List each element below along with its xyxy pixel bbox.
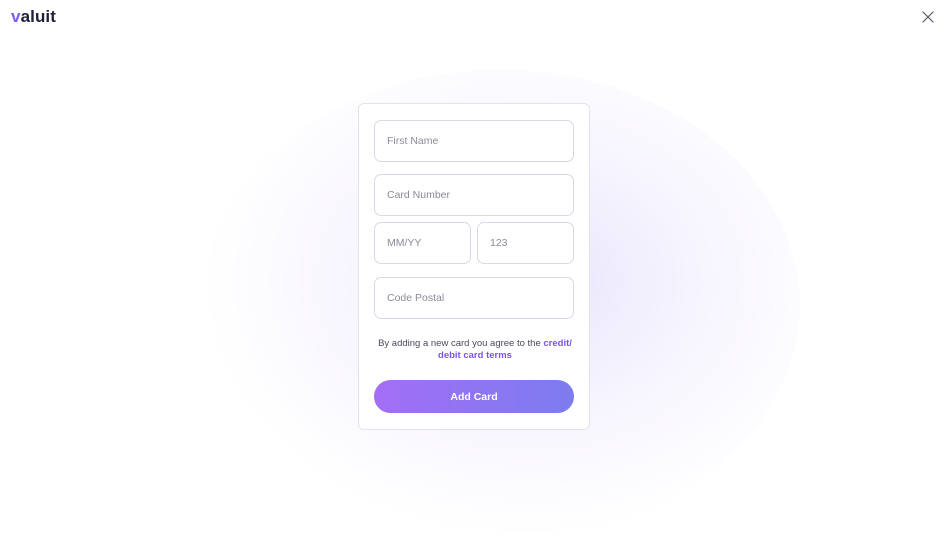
terms-text: By adding a new card you agree to the [378, 338, 544, 349]
expiry-date-input[interactable] [374, 222, 471, 264]
add-card-form: By adding a new card you agree to the cr… [358, 103, 590, 430]
terms-notice: By adding a new card you agree to the cr… [373, 338, 577, 362]
close-icon [922, 11, 934, 23]
logo-text: aluit [20, 7, 57, 26]
card-number-input[interactable] [374, 174, 574, 216]
first-name-input[interactable] [374, 120, 574, 162]
add-card-button[interactable]: Add Card [374, 380, 574, 413]
cvc-input[interactable] [477, 222, 574, 264]
postal-code-input[interactable] [374, 277, 574, 319]
valuit-logo: v aluit [11, 7, 56, 27]
close-button[interactable] [920, 9, 936, 25]
logo-mark: v [11, 7, 21, 26]
